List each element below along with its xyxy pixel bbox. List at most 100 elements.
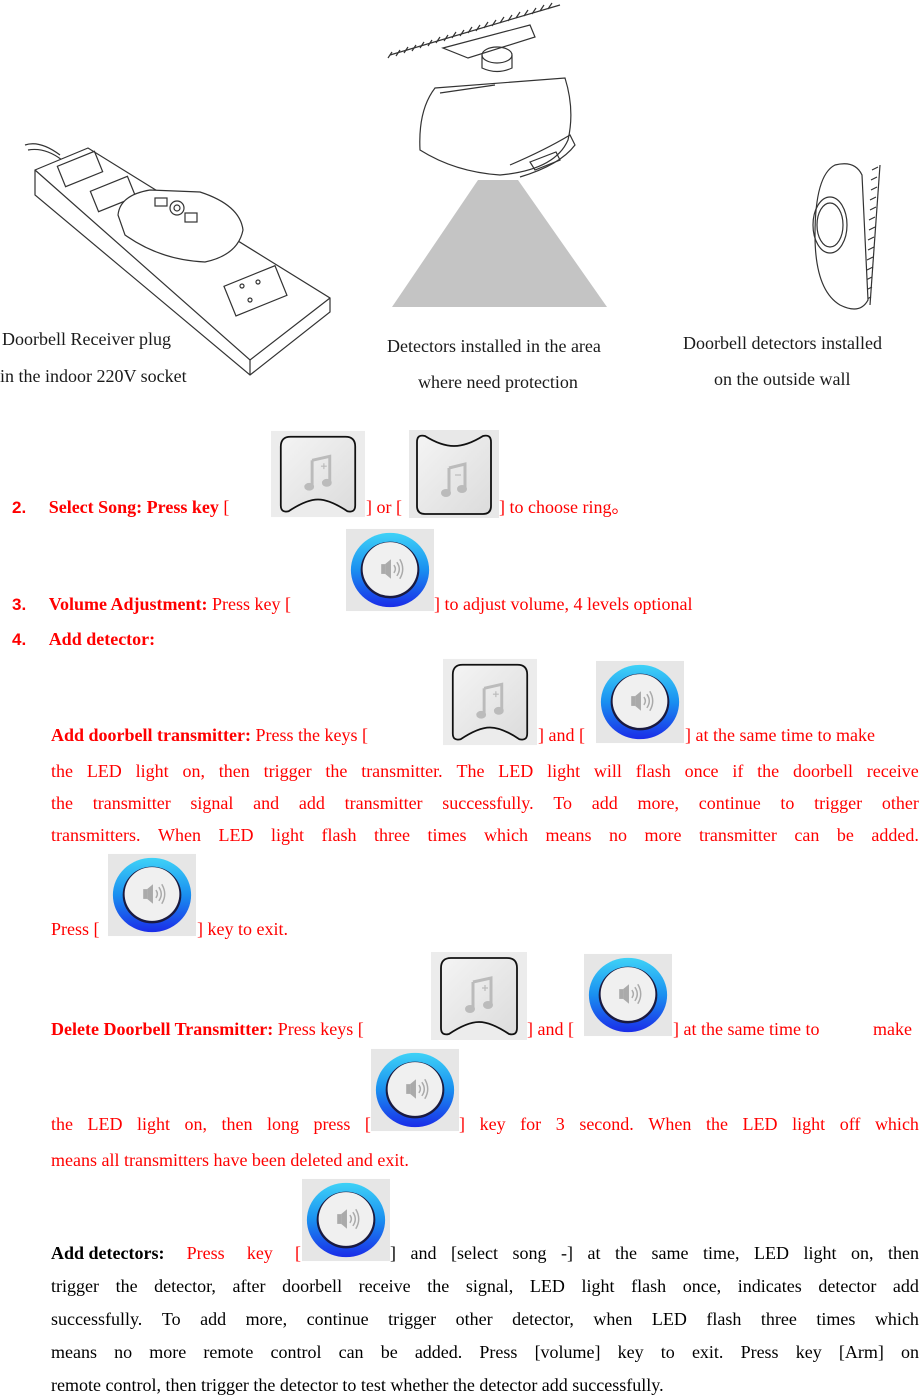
word: times <box>816 1309 856 1329</box>
caption-receiver-line2: in the indoor 220V socket <box>0 366 187 386</box>
select-song-or: ] or [ <box>366 497 402 517</box>
word: the <box>325 761 348 781</box>
song-plus-key-icon <box>271 430 365 518</box>
word: light <box>792 1114 826 1134</box>
word: light <box>547 761 581 781</box>
delete-transmitter-end: ] at the same time to <box>673 1019 820 1039</box>
word: signal, <box>465 1276 514 1296</box>
word: receive <box>358 1276 411 1296</box>
word: trigger <box>388 1309 437 1329</box>
word: then <box>887 1243 919 1263</box>
word: To <box>553 793 573 813</box>
word: and <box>253 793 280 813</box>
word: second. <box>579 1114 634 1134</box>
select-song-end: ] to choose ring。 <box>499 497 630 517</box>
word: key <box>246 1243 273 1263</box>
add-detectors-line4: means no more remote control can be added. Press… <box>51 1343 919 1361</box>
song-plus-key-icon <box>431 952 527 1040</box>
volume-end: ] to adjust volume, 4 levels optional <box>434 594 693 614</box>
select-song-title: Select Song: Press key <box>48 497 219 517</box>
word: press <box>313 1114 351 1134</box>
word: exit. <box>691 1342 724 1362</box>
word: add <box>591 793 618 813</box>
word: for <box>520 1114 542 1134</box>
word: times <box>427 825 467 845</box>
word: the <box>705 1114 728 1134</box>
volume-key-icon <box>584 953 672 1037</box>
word: LED <box>742 1114 778 1134</box>
add-transmitter-line4: transmitters. When LED light flash three times… <box>51 826 919 844</box>
word: detector <box>818 1276 877 1296</box>
word: trigger <box>263 761 312 781</box>
word: flash <box>635 761 671 781</box>
word: Press <box>740 1342 779 1362</box>
word: ] <box>390 1243 396 1263</box>
word: key <box>795 1342 822 1362</box>
word: then <box>218 761 250 781</box>
word: successfully. <box>442 793 534 813</box>
word: the <box>115 1276 138 1296</box>
word: on, <box>182 761 205 781</box>
word: at <box>587 1243 601 1263</box>
add-detectors-title: Add detectors: <box>51 1243 165 1263</box>
word: then <box>221 1114 253 1134</box>
word: be <box>380 1342 398 1362</box>
word: Press <box>186 1243 225 1263</box>
add-detectors-line3: successfully. To add more, continue trigger ot… <box>51 1310 919 1328</box>
word: can <box>794 825 820 845</box>
word: the <box>757 761 780 781</box>
word: the <box>614 1243 637 1263</box>
installation-illustration: Doorbell Receiver plug in the indoor 220… <box>0 0 920 410</box>
word: continue <box>306 1309 369 1329</box>
delete-transmitter-line2-post: ] key for 3 second. When the LED light off which <box>459 1115 919 1133</box>
word: light <box>581 1276 615 1296</box>
word: flash <box>706 1309 742 1329</box>
word: signal <box>190 793 234 813</box>
word: same <box>651 1243 689 1263</box>
word: when <box>593 1309 633 1329</box>
volume-key-icon <box>596 660 684 744</box>
volume-key-icon <box>346 528 434 612</box>
word: [ <box>294 1243 301 1263</box>
word: flash <box>321 825 357 845</box>
word: The <box>456 761 485 781</box>
delete-transmitter-line2-pre: the LED light on, then long press[ <box>51 1115 371 1133</box>
word: means <box>51 1342 97 1362</box>
word: receive <box>866 761 919 781</box>
caption-outside-line1: Doorbell detectors installed <box>683 333 882 353</box>
word: 3 <box>555 1114 565 1134</box>
word: [select <box>451 1243 498 1263</box>
word: the <box>51 1114 73 1134</box>
word: added. <box>871 825 919 845</box>
word: after <box>232 1276 266 1296</box>
word: -] <box>560 1243 573 1263</box>
word: no <box>114 1342 133 1362</box>
word: more, <box>637 793 679 813</box>
caption-outside-line2: on the outside wall <box>714 369 851 389</box>
word: more, <box>245 1309 288 1329</box>
word: three <box>373 825 410 845</box>
word: detector, <box>154 1276 216 1296</box>
volume-title: Volume Adjustment: <box>48 594 208 614</box>
word: doorbell <box>282 1276 343 1296</box>
item-number: 4. <box>12 630 27 649</box>
word: which <box>483 825 528 845</box>
delete-transmitter-make: make <box>873 1019 912 1039</box>
add-transmitter-line2: the LED light on, then trigger the transmitter.… <box>51 762 919 780</box>
add-detector-title: Add detector: <box>48 629 156 649</box>
caption-detector-line2: where need protection <box>418 372 578 392</box>
bracket-open: [ <box>223 497 230 517</box>
ceiling-detector-drawing <box>387 2 576 178</box>
word: on, <box>850 1243 874 1263</box>
word: LED <box>86 761 122 781</box>
word: three <box>760 1309 797 1329</box>
delete-transmitter-line1: Delete Doorbell Transmitter: Press keys … <box>51 1020 364 1038</box>
word: once <box>684 761 719 781</box>
add-transmitter-line3: the transmitter signal and add transmitter suc… <box>51 794 919 812</box>
word: [volume] <box>534 1342 601 1362</box>
word: the <box>427 1276 450 1296</box>
word: light <box>803 1243 837 1263</box>
item-number: 3. <box>12 595 27 614</box>
word: key <box>617 1342 644 1362</box>
word: which <box>874 1309 919 1329</box>
